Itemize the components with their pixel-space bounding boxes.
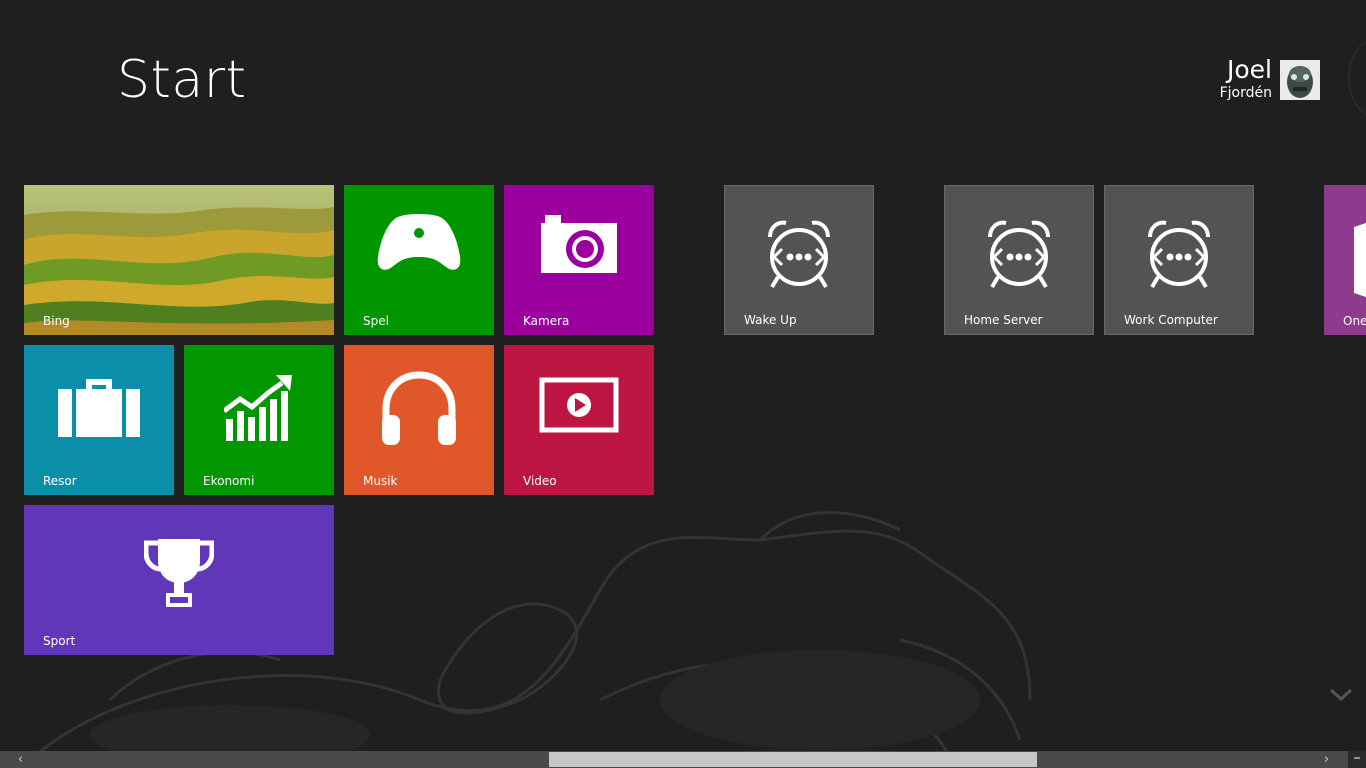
tile-sport[interactable]: Sport [24,505,334,655]
chevron-down-icon[interactable] [1328,684,1354,704]
tile-musik[interactable]: Musik [344,345,494,495]
horizontal-scrollbar[interactable]: ‹ › [0,751,1366,768]
tile-label: Resor [43,474,77,488]
tile-label: Kamera [523,314,570,328]
tile-onenote[interactable]: One [1324,185,1366,335]
tile-label: Spel [363,314,389,328]
tile-work-computer[interactable]: Work Computer [1104,185,1254,335]
tile-label: Bing [43,314,70,328]
avatar[interactable] [1280,60,1320,100]
alarm-clock-icon [768,220,830,289]
zoom-out-button[interactable]: – [1348,751,1366,768]
tile-home-server[interactable]: Home Server [944,185,1094,335]
user-last-name: Fjordén [1219,85,1272,101]
tile-wake-up[interactable]: Wake Up [724,185,874,335]
edge-decoration [1348,36,1366,120]
onenote-icon [1354,223,1366,297]
tile-resor[interactable]: Resor [24,345,174,495]
user-first-name: Joel [1227,55,1272,84]
tile-label: Video [523,474,557,488]
tile-ekonomi[interactable]: Ekonomi [184,345,334,495]
game-controller-icon [377,214,461,270]
trophy-icon [144,539,214,607]
suitcase-icon [58,379,140,437]
tile-kamera[interactable]: Kamera [504,185,654,335]
tile-label: Home Server [964,313,1043,327]
scroll-right-icon[interactable]: › [1318,751,1335,768]
tile-video[interactable]: Video [504,345,654,495]
camera-icon [541,215,617,273]
video-play-icon [539,377,619,433]
tile-label: Work Computer [1124,313,1218,327]
headphones-icon [382,371,456,445]
tile-label: Ekonomi [203,474,255,488]
page-title: Start [117,50,247,110]
scroll-left-icon[interactable]: ‹ [12,751,29,768]
tile-bing[interactable]: Bing [24,185,334,335]
tile-label: Musik [363,474,398,488]
avatar-picture [1280,60,1320,100]
landscape-photo [24,185,334,335]
chart-up-icon [224,375,292,441]
tile-label: One [1343,314,1366,328]
tile-spel[interactable]: Spel [344,185,494,335]
alarm-clock-icon [988,220,1050,289]
alarm-clock-icon [1148,220,1210,289]
user-name[interactable]: Joel Fjordén [1220,56,1272,102]
tile-label: Sport [43,634,76,648]
scrollbar-thumb[interactable] [549,752,1037,767]
tile-label: Wake Up [744,313,797,327]
